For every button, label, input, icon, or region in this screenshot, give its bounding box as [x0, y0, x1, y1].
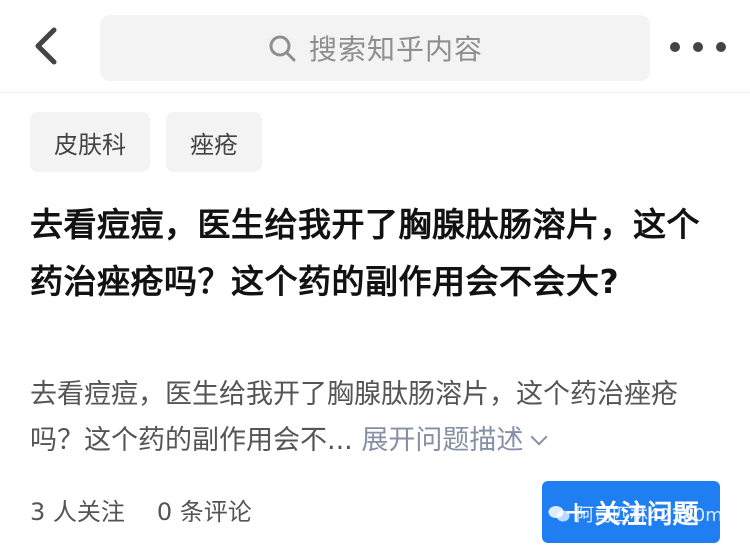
question-description: 去看痘痘，医生给我开了胸腺肽肠溶片，这个药治痤疮吗？这个药的副作用会不... 展… — [30, 372, 720, 464]
question-stats: 3 人关注 0 条评论 — [30, 492, 252, 527]
description-text: 去看痘痘，医生给我开了胸腺肽肠溶片，这个药治痤疮吗？这个药的副作用会不... — [30, 379, 678, 456]
expand-label: 展开问题描述 — [361, 425, 524, 456]
search-icon — [267, 33, 297, 63]
dot — [716, 42, 726, 52]
followers-count[interactable]: 3 人关注 — [30, 492, 125, 527]
search-placeholder: 搜索知乎内容 — [308, 33, 483, 66]
chevron-left-icon — [35, 27, 57, 65]
dot — [670, 42, 680, 52]
back-button[interactable] — [24, 24, 68, 68]
follow-button-label: 关注问题 — [594, 499, 699, 530]
tag-acne[interactable]: 痤疮 — [166, 112, 262, 172]
topic-tags: 皮肤科 痤疮 — [30, 112, 262, 172]
more-dots-icon[interactable] — [670, 30, 726, 64]
dot — [693, 42, 703, 52]
chevron-down-icon — [530, 428, 548, 446]
follow-question-button[interactable]: + 关注问题 — [542, 481, 720, 543]
comments-count[interactable]: 0 条评论 — [157, 492, 252, 527]
question-title: 去看痘痘，医生给我开了胸腺肽肠溶片，这个药治痤疮吗？这个药的副作用会不会大? — [30, 205, 700, 301]
top-bar: 搜索知乎内容 — [0, 0, 750, 93]
expand-description-link[interactable]: 展开问题描述 — [361, 425, 548, 456]
plus-icon: + — [563, 494, 589, 530]
tag-dermatology[interactable]: 皮肤科 — [30, 112, 150, 172]
search-input[interactable]: 搜索知乎内容 — [100, 15, 650, 81]
